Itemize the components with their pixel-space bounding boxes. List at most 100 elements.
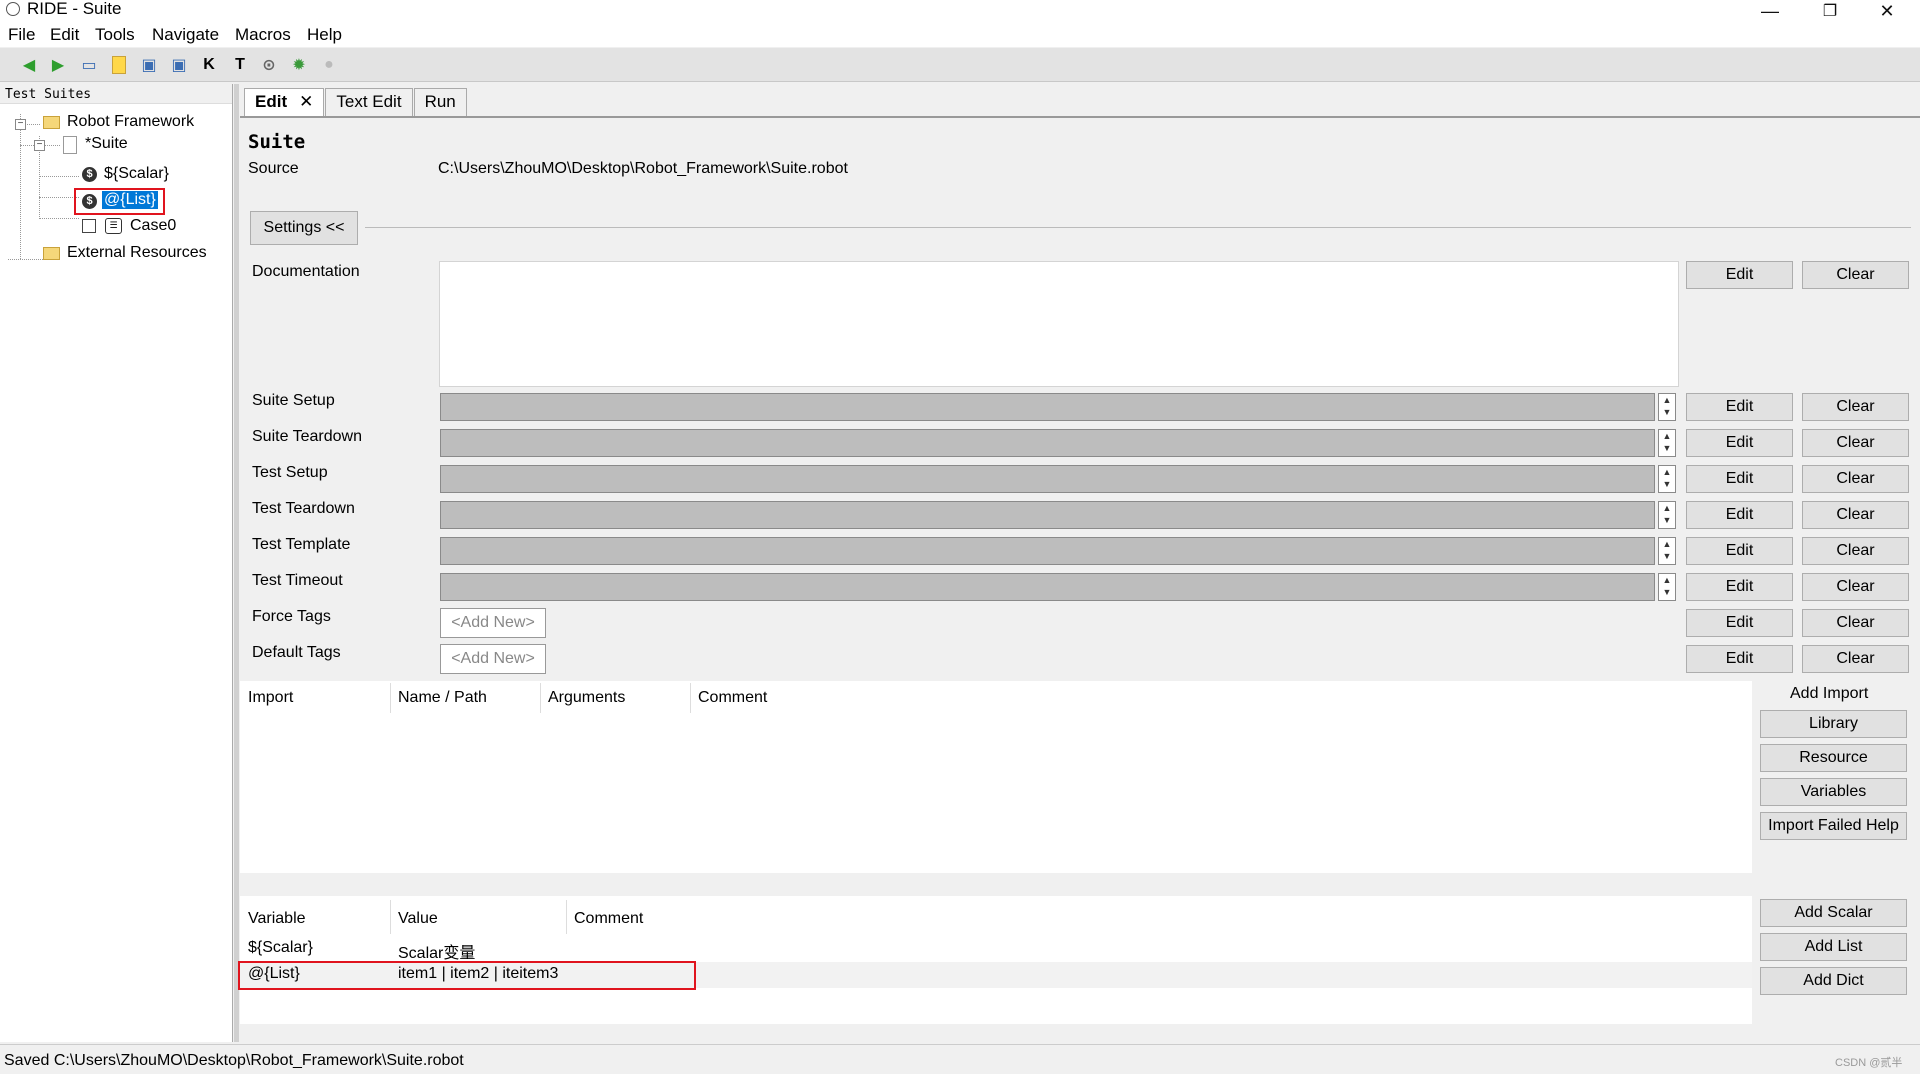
default-tags-edit-button[interactable]: Edit — [1686, 645, 1793, 673]
menu-tools[interactable]: Tools — [95, 25, 135, 45]
close-button[interactable]: ✕ — [1862, 0, 1912, 22]
test-setup-clear-button[interactable]: Clear — [1802, 465, 1909, 493]
maximize-button[interactable]: ❐ — [1805, 0, 1855, 22]
imports-header-arguments: Arguments — [548, 689, 626, 706]
add-list-button[interactable]: Add List — [1760, 933, 1907, 961]
watermark: CSDN @贰半 — [1835, 1057, 1903, 1069]
menu-navigate[interactable]: Navigate — [152, 25, 219, 45]
suite-setup-spinner[interactable]: ▲ ▼ — [1658, 393, 1676, 421]
test-teardown-clear-button[interactable]: Clear — [1802, 501, 1909, 529]
case-checkbox[interactable] — [82, 219, 96, 233]
default-tags-clear-button[interactable]: Clear — [1802, 645, 1909, 673]
test-template-edit-button[interactable]: Edit — [1686, 537, 1793, 565]
add-scalar-button[interactable]: Add Scalar — [1760, 899, 1907, 927]
add-library-button[interactable]: Library — [1760, 710, 1907, 738]
variables-header-variable: Variable — [248, 910, 306, 927]
open-folder-icon[interactable]: ▭ — [78, 54, 100, 76]
suite-teardown-edit-button[interactable]: Edit — [1686, 429, 1793, 457]
test-template-spinner[interactable]: ▲ ▼ — [1658, 537, 1676, 565]
test-setup-field[interactable] — [440, 465, 1655, 493]
add-resource-button[interactable]: Resource — [1760, 744, 1907, 772]
tab-edit[interactable]: Edit ✕ — [244, 88, 325, 116]
ride-window: RIDE - Suite — ❐ ✕ File Edit Tools Navig… — [0, 0, 1920, 1074]
close-tab-icon[interactable]: ✕ — [299, 92, 313, 111]
test-teardown-field[interactable] — [440, 501, 1655, 529]
external-resources-icon — [43, 247, 60, 260]
imports-header-name-path: Name / Path — [398, 689, 487, 706]
test-setup-label: Test Setup — [252, 464, 328, 481]
forward-arrow-icon[interactable]: ▶ — [47, 54, 69, 76]
save-icon[interactable]: ▣ — [138, 54, 160, 76]
panel-splitter[interactable] — [234, 84, 239, 1042]
menu-macros[interactable]: Macros — [235, 25, 291, 45]
run-icon[interactable]: ⊙ — [258, 54, 280, 76]
table-row[interactable]: ${Scalar} Scalar变量 — [240, 936, 1752, 962]
tab-run[interactable]: Run — [413, 88, 467, 116]
menu-edit[interactable]: Edit — [50, 25, 79, 45]
add-variables-button[interactable]: Variables — [1760, 778, 1907, 806]
variables-header-value: Value — [398, 910, 438, 927]
imports-table[interactable]: Import Name / Path Arguments Comment — [240, 681, 1752, 873]
suite-setup-field[interactable] — [440, 393, 1655, 421]
stop-icon[interactable]: ● — [318, 54, 340, 76]
force-tags-add-new[interactable]: <Add New> — [440, 608, 546, 638]
documentation-clear-button[interactable]: Clear — [1802, 261, 1909, 289]
variable-icon: $ — [82, 167, 97, 182]
tree-item-robot-framework[interactable]: Robot Framework — [67, 113, 194, 131]
text-search-icon[interactable]: T — [229, 54, 251, 76]
test-teardown-spinner[interactable]: ▲ ▼ — [1658, 501, 1676, 529]
window-title: RIDE - Suite — [27, 0, 122, 18]
suite-teardown-spinner[interactable]: ▲ ▼ — [1658, 429, 1676, 457]
menu-file[interactable]: File — [8, 25, 35, 45]
documentation-edit-button[interactable]: Edit — [1686, 261, 1793, 289]
test-template-label: Test Template — [252, 536, 351, 553]
variable-value-cell[interactable]: Scalar变量 — [398, 939, 475, 963]
variables-table[interactable]: Variable Value Comment ${Scalar} Scalar变… — [238, 896, 1752, 1024]
tree-item-list[interactable]: @{List} — [102, 191, 158, 209]
minimize-button[interactable]: — — [1745, 0, 1795, 22]
settings-toggle-button[interactable]: Settings << — [250, 211, 358, 245]
expand-suite-toggle[interactable]: − — [34, 140, 45, 151]
save-all-icon[interactable]: ▣ — [168, 54, 190, 76]
suite-setup-edit-button[interactable]: Edit — [1686, 393, 1793, 421]
force-tags-edit-button[interactable]: Edit — [1686, 609, 1793, 637]
force-tags-clear-button[interactable]: Clear — [1802, 609, 1909, 637]
imports-header-import: Import — [248, 689, 294, 706]
import-failed-help-button[interactable]: Import Failed Help — [1760, 812, 1907, 840]
default-tags-add-new[interactable]: <Add New> — [440, 644, 546, 674]
test-timeout-clear-button[interactable]: Clear — [1802, 573, 1909, 601]
variable-name-cell[interactable]: ${Scalar} — [248, 939, 313, 957]
add-dict-button[interactable]: Add Dict — [1760, 967, 1907, 995]
debug-bug-icon[interactable]: ✹ — [288, 54, 310, 76]
suite-title: Suite — [248, 131, 306, 153]
test-template-clear-button[interactable]: Clear — [1802, 537, 1909, 565]
menu-help[interactable]: Help — [307, 25, 342, 45]
keyword-search-icon[interactable]: K — [198, 54, 220, 76]
documentation-field[interactable] — [439, 261, 1679, 387]
test-timeout-spinner[interactable]: ▲ ▼ — [1658, 573, 1676, 601]
menu-bar: File Edit Tools Navigate Macros Help — [0, 22, 1920, 47]
back-arrow-icon[interactable]: ◀ — [18, 54, 40, 76]
title-bar: RIDE - Suite — ❐ ✕ — [0, 0, 1920, 22]
tree-item-external-resources[interactable]: External Resources — [67, 244, 207, 262]
suite-teardown-clear-button[interactable]: Clear — [1802, 429, 1909, 457]
test-timeout-field[interactable] — [440, 573, 1655, 601]
tree-header: Test Suites — [0, 84, 232, 104]
tab-text-edit[interactable]: Text Edit — [325, 88, 413, 116]
expand-root-toggle[interactable]: − — [15, 119, 26, 130]
suite-file-icon — [63, 136, 77, 154]
separator — [365, 227, 1911, 228]
test-template-field[interactable] — [440, 537, 1655, 565]
test-case-icon: ☰ — [105, 218, 122, 234]
test-setup-edit-button[interactable]: Edit — [1686, 465, 1793, 493]
tree-item-scalar[interactable]: ${Scalar} — [104, 165, 169, 183]
suite-teardown-field[interactable] — [440, 429, 1655, 457]
tree-item-suite[interactable]: *Suite — [85, 135, 128, 153]
test-setup-spinner[interactable]: ▲ ▼ — [1658, 465, 1676, 493]
test-teardown-edit-button[interactable]: Edit — [1686, 501, 1793, 529]
suite-setup-clear-button[interactable]: Clear — [1802, 393, 1909, 421]
test-timeout-edit-button[interactable]: Edit — [1686, 573, 1793, 601]
documentation-label: Documentation — [252, 263, 360, 280]
new-file-icon[interactable] — [108, 54, 130, 76]
tree-item-case0[interactable]: Case0 — [130, 217, 176, 235]
